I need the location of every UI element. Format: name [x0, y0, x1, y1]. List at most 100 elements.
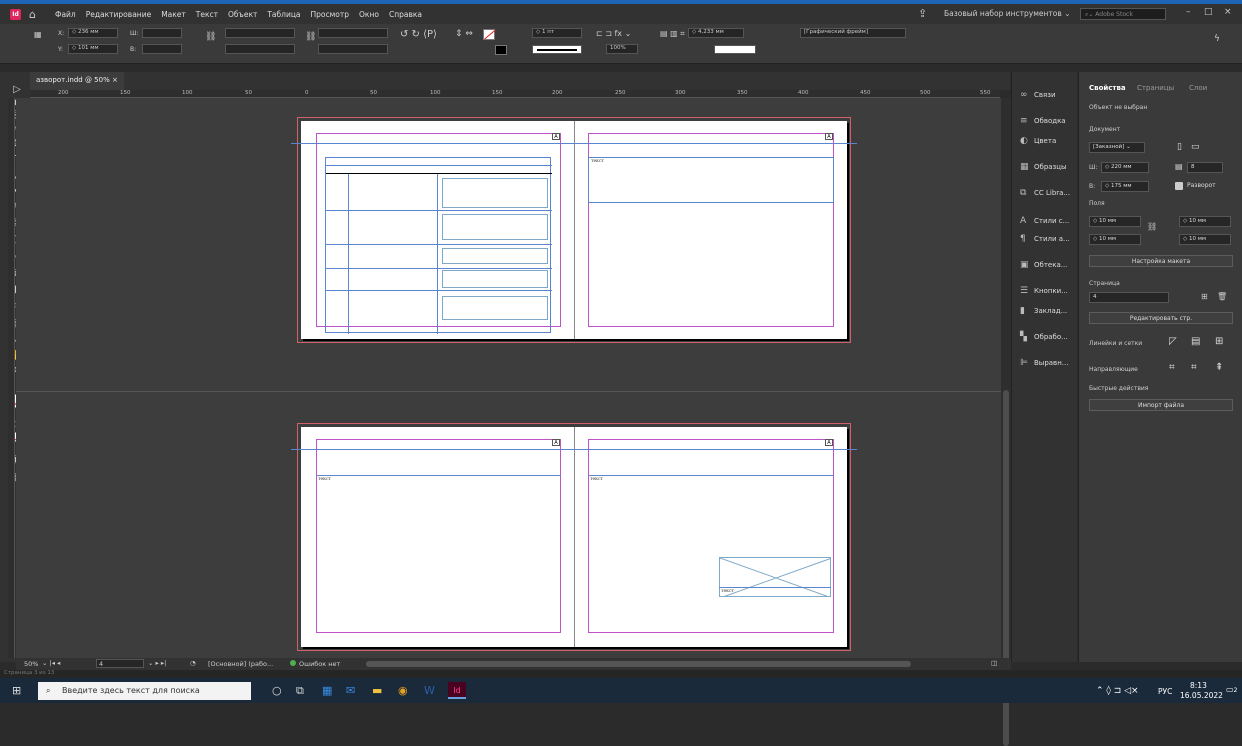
import-file-button[interactable]: Импорт файла [1089, 399, 1233, 411]
stroke-style-select[interactable] [714, 45, 756, 54]
link-margins-icon[interactable]: ⛓ [1147, 222, 1157, 231]
guides-icon[interactable]: ⌗ [1169, 362, 1175, 373]
spread-2[interactable]: A текст A текст текст [291, 423, 857, 651]
tray-icons[interactable]: ⌃ ◊ ⊐ ◁× [1096, 686, 1139, 696]
pasteboard[interactable]: A A текст A текст A текст текст [16, 98, 1001, 658]
text-wrap-icons[interactable]: ▤ ▥ ⌗ [660, 29, 685, 39]
page-number-field[interactable]: 4 [96, 659, 144, 668]
flip-icons[interactable]: ⇕ ⇔ [455, 29, 473, 39]
delete-page-icon[interactable]: 🗑 [1217, 292, 1227, 301]
facing-pages-checkbox[interactable] [1175, 182, 1183, 190]
margin-top-field[interactable]: ◇ 10 мм [1089, 216, 1141, 227]
globe-icon[interactable]: ◔ [190, 659, 196, 667]
table-frame[interactable] [325, 157, 552, 334]
maximize-button[interactable]: □ [1204, 7, 1213, 17]
rotate-icons[interactable]: ↺ ↻ ⟨P⟩ [400, 29, 437, 40]
vertical-scrollbar[interactable] [1001, 98, 1011, 746]
dimension-field[interactable]: ◇ 4,233 мм [688, 28, 744, 38]
rotate-field[interactable] [318, 28, 388, 38]
tab-layers[interactable]: Слои [1189, 84, 1207, 92]
document-grid-icon[interactable]: ⊞ [1215, 336, 1223, 347]
spread-1[interactable]: A A текст [291, 117, 857, 343]
style-indicator[interactable]: [Основной] (рабо... [208, 660, 273, 668]
panel-align[interactable]: ⊫ Выравн... [1020, 358, 1068, 368]
margin-left-field[interactable]: ◇ 10 мм [1179, 234, 1231, 245]
clock-time[interactable]: 8:13 [1190, 681, 1207, 690]
menu-edit[interactable]: Редактирование [81, 10, 156, 19]
selection-tool-icon[interactable]: ▷ [10, 84, 24, 96]
ruler-icon[interactable]: ◸ [1169, 336, 1177, 347]
panel-color[interactable]: ◐ Цвета [1020, 136, 1056, 146]
text-frame[interactable]: текст [588, 475, 834, 633]
y-field[interactable]: ◇ 101 мм [68, 44, 118, 54]
cell-frame[interactable] [442, 178, 548, 208]
add-page-icon[interactable]: ⊞ [1201, 292, 1208, 301]
clock-date[interactable]: 16.05.2022 [1180, 691, 1223, 700]
panel-stroke[interactable]: ≡ Обводка [1020, 116, 1066, 126]
cell-frame[interactable] [442, 296, 548, 320]
zoom-dropdown-icon[interactable]: ⌄ |◂ ◂ [42, 659, 60, 667]
constrain-scale-icon[interactable]: ⛓ [305, 32, 316, 42]
panel-char-styles[interactable]: A Стили с... [1020, 216, 1069, 226]
menu-table[interactable]: Таблица [262, 10, 305, 19]
panel-swatches[interactable]: ▦ Образцы [1020, 162, 1067, 172]
orientation-landscape-icon[interactable]: ▭ [1191, 142, 1200, 152]
text-frame[interactable]: текст [588, 157, 834, 203]
adobe-stock-search[interactable]: ⌕⌄ Adobe Stock [1080, 8, 1166, 20]
lock-guides-icon[interactable]: ⌗ [1191, 362, 1197, 373]
text-frame[interactable]: текст [316, 475, 561, 633]
split-view-icon[interactable]: ◫ [991, 659, 997, 667]
cortana-icon[interactable]: ○ [272, 684, 282, 697]
corner-icons[interactable]: ⊏ ⊐ fx ⌄ [596, 29, 631, 38]
menu-help[interactable]: Справка [384, 10, 427, 19]
panel-text-wrap[interactable]: ▣ Обтека... [1020, 260, 1067, 270]
menu-object[interactable]: Объект [223, 10, 262, 19]
w-field[interactable] [142, 28, 182, 38]
lightning-icon[interactable]: ϟ [1214, 34, 1220, 44]
panel-para-styles[interactable]: ¶ Стили а... [1020, 234, 1070, 244]
windows-start-icon[interactable]: ⊞ [12, 684, 21, 697]
page-nav-icons[interactable]: ⌄ ▸ ▸| [148, 659, 166, 667]
smart-guides-icon[interactable]: ⇞ [1215, 362, 1223, 373]
layout-settings-button[interactable]: Настройка макета [1089, 255, 1233, 267]
tab-pages[interactable]: Страницы [1137, 84, 1174, 92]
constrain-icon[interactable]: ⛓ [205, 32, 216, 42]
menu-file[interactable]: Файл [50, 10, 81, 19]
panel-bookmarks[interactable]: ▮ Заклад... [1020, 306, 1067, 316]
panel-links[interactable]: ∞ Связи [1020, 90, 1056, 100]
panel-buttons[interactable]: ☰ Кнопки... [1020, 286, 1068, 296]
minimize-button[interactable]: – [1186, 7, 1191, 17]
zoom-level[interactable]: 50% [24, 660, 38, 668]
cell-frame[interactable] [442, 214, 548, 240]
preflight-status[interactable]: Ошибок нет [299, 660, 340, 668]
mail-icon[interactable]: ✉ [346, 684, 355, 697]
h-field[interactable] [142, 44, 182, 54]
panel-cc-libraries[interactable]: ⧉ CC Libra... [1020, 188, 1070, 198]
menu-window[interactable]: Окно [354, 10, 384, 19]
panel-processing[interactable]: ▚ Обрабо... [1020, 332, 1068, 342]
workspace-switcher[interactable]: Базовый набор инструментов ⌄ [944, 9, 1070, 18]
stroke-type-select[interactable] [532, 45, 582, 54]
word-icon[interactable]: W [424, 684, 435, 697]
stroke-weight-field[interactable]: ◇ 1 пт [532, 28, 582, 38]
edit-page-button[interactable]: Редактировать стр. [1089, 312, 1233, 324]
frame-type-select[interactable]: [Графический фрейм] [800, 28, 906, 38]
chrome-icon[interactable]: ◉ [398, 684, 408, 697]
scale-y-field[interactable] [225, 44, 295, 54]
task-view-icon[interactable]: ⧉ [296, 684, 304, 698]
pages-field[interactable]: 8 [1187, 162, 1223, 173]
close-tab-icon[interactable]: × [112, 76, 118, 84]
opacity-field[interactable]: 100% [606, 44, 638, 54]
margin-bottom-field[interactable]: ◇ 10 мм [1089, 234, 1141, 245]
page-select[interactable]: 4 [1089, 292, 1169, 303]
menu-type[interactable]: Текст [191, 10, 223, 19]
home-icon[interactable]: ⌂ [29, 8, 42, 21]
indesign-taskbar-icon[interactable]: Id [448, 682, 466, 699]
input-language[interactable]: РУС [1158, 687, 1172, 696]
scale-x-field[interactable] [225, 28, 295, 38]
height-field[interactable]: ◇ 175 мм [1101, 181, 1149, 192]
margin-right-field[interactable]: ◇ 10 мм [1179, 216, 1231, 227]
calculator-icon[interactable]: ▦ [322, 684, 332, 697]
document-tab[interactable]: азворот.indd @ 50% × [30, 72, 124, 90]
baseline-grid-icon[interactable]: ▤ [1191, 336, 1200, 347]
